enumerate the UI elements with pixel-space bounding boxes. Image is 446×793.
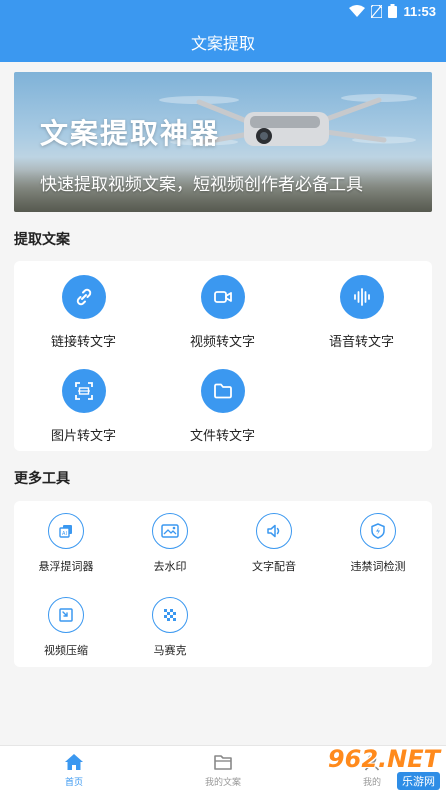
video-to-text-button[interactable]: 视频转文字 bbox=[153, 275, 292, 350]
teleprompter-icon: AI bbox=[48, 513, 84, 549]
banned-words-check-label: 违禁词检测 bbox=[350, 560, 406, 573]
link-to-text-label: 链接转文字 bbox=[50, 335, 116, 350]
status-bar: 11:53 bbox=[0, 0, 446, 22]
remove-watermark-button[interactable]: 去水印 bbox=[118, 513, 222, 574]
page-title: 文案提取 bbox=[190, 34, 255, 53]
file-to-text-button[interactable]: 文件转文字 bbox=[153, 369, 292, 444]
status-time: 11:53 bbox=[403, 3, 436, 19]
nav-home-label: 首页 bbox=[64, 777, 83, 788]
watermark-remove-icon bbox=[152, 513, 188, 549]
watermark-brand: 962.NET bbox=[327, 744, 440, 773]
text-to-speech-button[interactable]: 文字配音 bbox=[222, 513, 326, 574]
audio-to-text-button[interactable]: 语音转文字 bbox=[292, 275, 431, 350]
banner-headline: 文案提取神器 bbox=[40, 117, 221, 150]
teleprompter-button[interactable]: AI 悬浮提词器 bbox=[14, 513, 118, 574]
remove-watermark-label: 去水印 bbox=[153, 560, 187, 573]
extract-card: 链接转文字 视频转文字 语音转文字 图片转文字 文件转文字 bbox=[14, 261, 432, 451]
text-to-speech-label: 文字配音 bbox=[252, 560, 296, 573]
waveform-icon bbox=[339, 275, 384, 319]
video-camera-icon bbox=[200, 275, 245, 319]
compress-icon bbox=[48, 597, 84, 633]
banner-subline: 快速提取视频文案，短视频创作者必备工具 bbox=[40, 175, 363, 195]
speaker-icon bbox=[256, 513, 292, 549]
nav-home[interactable]: 首页 bbox=[0, 746, 148, 793]
tools-section-title: 更多工具 bbox=[14, 471, 70, 487]
audio-to-text-label: 语音转文字 bbox=[328, 335, 394, 350]
promo-banner[interactable]: 文案提取神器 快速提取视频文案，短视频创作者必备工具 bbox=[14, 72, 432, 212]
banned-words-check-button[interactable]: 违禁词检测 bbox=[326, 513, 430, 574]
link-icon bbox=[61, 275, 106, 319]
app-bar: 11:53 文案提取 bbox=[0, 0, 446, 62]
folder-icon bbox=[200, 369, 245, 413]
no-sim-icon bbox=[371, 4, 383, 18]
teleprompter-label: 悬浮提词器 bbox=[38, 560, 94, 573]
tools-card: AI 悬浮提词器 去水印 文字配音 违禁词检测 视频压缩 马赛克 bbox=[14, 501, 432, 667]
site-watermark: 962.NET 乐游网 bbox=[302, 746, 440, 790]
file-to-text-label: 文件转文字 bbox=[189, 429, 255, 444]
mosaic-button[interactable]: 马赛克 bbox=[118, 597, 222, 658]
video-compress-button[interactable]: 视频压缩 bbox=[14, 597, 118, 658]
battery-icon bbox=[388, 4, 398, 18]
image-to-text-label: 图片转文字 bbox=[50, 429, 116, 444]
folder-doc-icon bbox=[214, 754, 232, 770]
link-to-text-button[interactable]: 链接转文字 bbox=[14, 275, 153, 350]
wifi-icon bbox=[349, 5, 366, 17]
watermark-site: 乐游网 bbox=[397, 771, 440, 790]
nav-my-copy[interactable]: 我的文案 bbox=[149, 746, 297, 793]
svg-text:AI: AI bbox=[62, 531, 67, 537]
mosaic-icon bbox=[152, 597, 188, 633]
extract-section-title: 提取文案 bbox=[14, 232, 70, 248]
video-compress-label: 视频压缩 bbox=[44, 644, 88, 657]
nav-my-copy-label: 我的文案 bbox=[204, 777, 241, 788]
home-icon bbox=[65, 753, 83, 770]
image-scan-icon bbox=[61, 369, 106, 413]
video-to-text-label: 视频转文字 bbox=[189, 335, 255, 350]
mosaic-label: 马赛克 bbox=[153, 644, 187, 657]
image-to-text-button[interactable]: 图片转文字 bbox=[14, 369, 153, 444]
shield-bolt-icon bbox=[360, 513, 396, 549]
